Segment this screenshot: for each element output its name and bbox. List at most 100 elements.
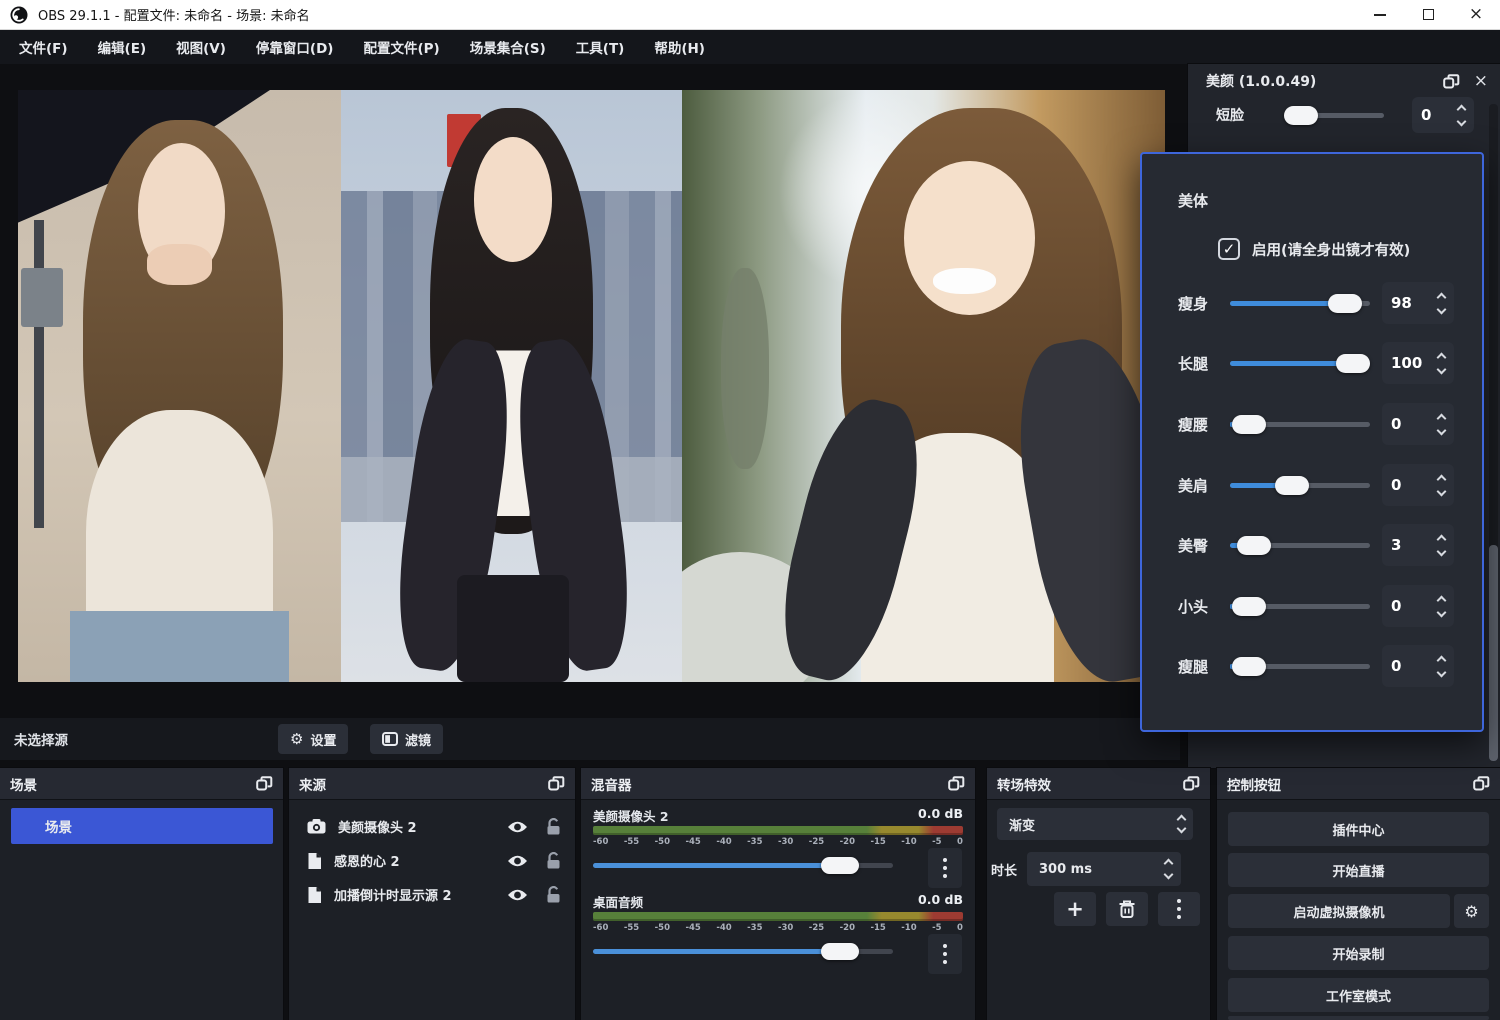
slider-valuebox[interactable]: 0: [1382, 645, 1454, 687]
popout-icon[interactable]: [948, 776, 965, 791]
slim-legs-slider[interactable]: [1230, 664, 1370, 669]
spin-up-icon[interactable]: [1437, 595, 1447, 605]
spin-up-icon[interactable]: [1437, 655, 1447, 665]
spin-down-icon[interactable]: [1437, 364, 1447, 374]
enable-checkbox[interactable]: ✓: [1218, 238, 1240, 260]
slider-valuebox[interactable]: 0: [1382, 464, 1454, 506]
duration-input[interactable]: 300 ms: [1027, 852, 1181, 886]
slider-valuebox[interactable]: 3: [1382, 524, 1454, 566]
face-slider[interactable]: [1284, 113, 1384, 118]
slider-row: 瘦腿 0: [1142, 645, 1486, 687]
remove-transition-button[interactable]: [1106, 892, 1148, 926]
slider-handle[interactable]: [1275, 476, 1309, 495]
chevron-down-icon: [1177, 824, 1187, 834]
transition-menu-button[interactable]: [1158, 892, 1200, 926]
menu-item[interactable]: 配置文件(P): [348, 30, 454, 64]
title-bar: OBS 29.1.1 - 配置文件: 未命名 - 场景: 未命名 ×: [0, 0, 1500, 30]
filters-button-label: 滤镜: [405, 730, 431, 749]
slim-body-slider[interactable]: [1230, 301, 1370, 306]
spin-up-icon[interactable]: [1437, 352, 1447, 362]
spin-up-icon[interactable]: [1164, 859, 1174, 869]
popout-icon[interactable]: [548, 776, 565, 791]
slider-handle[interactable]: [1328, 294, 1362, 313]
menu-item[interactable]: 工具(T): [561, 30, 640, 64]
lock-icon[interactable]: [546, 852, 561, 869]
source-list-item[interactable]: 美颜摄像头 2: [289, 810, 575, 843]
volume-slider-handle[interactable]: [821, 857, 859, 874]
spin-up-icon[interactable]: [1437, 534, 1447, 544]
volume-slider[interactable]: [593, 940, 893, 962]
slider-handle[interactable]: [1232, 597, 1266, 616]
lock-icon[interactable]: [546, 886, 561, 903]
panel-close-icon[interactable]: ×: [1474, 71, 1488, 91]
lock-icon[interactable]: [546, 818, 561, 835]
studio-mode-button[interactable]: 工作室模式: [1228, 978, 1489, 1012]
spin-up-icon[interactable]: [1437, 292, 1447, 302]
slider-handle[interactable]: [1232, 657, 1266, 676]
spin-up-icon[interactable]: [1437, 474, 1447, 484]
popout-icon[interactable]: [1473, 776, 1490, 791]
face-slider-valuebox[interactable]: 0: [1412, 97, 1474, 133]
channel-menu-button[interactable]: [928, 934, 962, 974]
spin-down-icon[interactable]: [1437, 486, 1447, 496]
start-recording-button[interactable]: 开始录制: [1228, 936, 1489, 970]
slider-valuebox[interactable]: 98: [1382, 282, 1454, 324]
settings-button-partial[interactable]: [1228, 1016, 1489, 1020]
scene-list-item[interactable]: 场景: [11, 808, 273, 844]
channel-menu-button[interactable]: [928, 848, 962, 888]
maximize-button[interactable]: [1404, 0, 1452, 29]
add-transition-button[interactable]: +: [1054, 892, 1096, 926]
visibility-eye-icon[interactable]: [507, 854, 528, 868]
menu-item[interactable]: 文件(F): [4, 30, 83, 64]
source-list-item[interactable]: 加播倒计时显示源 2: [289, 878, 575, 911]
menu-item[interactable]: 停靠窗口(D): [241, 30, 349, 64]
filters-button[interactable]: 滤镜: [370, 724, 443, 754]
transition-select[interactable]: 渐变: [997, 808, 1193, 840]
slider-handle[interactable]: [1232, 415, 1266, 434]
volume-slider-handle[interactable]: [821, 943, 859, 960]
close-button[interactable]: ×: [1452, 0, 1500, 29]
spin-down-icon[interactable]: [1437, 607, 1447, 617]
preview-photo-2: [341, 90, 682, 682]
visibility-eye-icon[interactable]: [507, 888, 528, 902]
long-legs-slider[interactable]: [1230, 361, 1370, 366]
visibility-eye-icon[interactable]: [507, 820, 528, 834]
button-label: 插件中心: [1332, 820, 1384, 839]
virtual-camera-config-button[interactable]: ⚙: [1454, 894, 1489, 928]
spin-up-icon[interactable]: [1437, 413, 1447, 423]
scrollbar-thumb[interactable]: [1489, 545, 1498, 761]
spin-down-icon[interactable]: [1437, 304, 1447, 314]
slider-valuebox[interactable]: 0: [1382, 585, 1454, 627]
spin-down-icon[interactable]: [1457, 116, 1467, 126]
db-tick: 0: [957, 923, 963, 933]
volume-slider[interactable]: [593, 854, 893, 876]
face-slider-handle[interactable]: [1284, 106, 1318, 125]
plugin-center-button[interactable]: 插件中心: [1228, 812, 1489, 846]
start-virtual-camera-button[interactable]: 启动虚拟摄像机: [1228, 894, 1450, 928]
menu-item[interactable]: 场景集合(S): [455, 30, 561, 64]
small-head-slider[interactable]: [1230, 604, 1370, 609]
minimize-button[interactable]: [1356, 0, 1404, 29]
start-streaming-button[interactable]: 开始直播: [1228, 853, 1489, 887]
spin-down-icon[interactable]: [1164, 870, 1174, 880]
popout-icon[interactable]: [1183, 776, 1200, 791]
spin-down-icon[interactable]: [1437, 425, 1447, 435]
slider-handle[interactable]: [1336, 354, 1370, 373]
hips-slider[interactable]: [1230, 543, 1370, 548]
popout-icon[interactable]: [256, 776, 273, 791]
slider-handle[interactable]: [1237, 536, 1271, 555]
slider-valuebox[interactable]: 100: [1382, 342, 1454, 384]
menu-item[interactable]: 帮助(H): [639, 30, 720, 64]
obs-window: OBS 29.1.1 - 配置文件: 未命名 - 场景: 未命名 × 文件(F)…: [0, 0, 1500, 1020]
spin-down-icon[interactable]: [1437, 667, 1447, 677]
menu-item[interactable]: 编辑(E): [83, 30, 162, 64]
source-list-item[interactable]: 感恩的心 2: [289, 844, 575, 877]
shoulders-slider[interactable]: [1230, 483, 1370, 488]
slim-waist-slider[interactable]: [1230, 422, 1370, 427]
popout-icon[interactable]: [1443, 74, 1460, 89]
properties-button[interactable]: ⚙ 设置: [278, 724, 348, 754]
slider-valuebox[interactable]: 0: [1382, 403, 1454, 445]
spin-up-icon[interactable]: [1457, 104, 1467, 114]
spin-down-icon[interactable]: [1437, 546, 1447, 556]
menu-item[interactable]: 视图(V): [161, 30, 241, 64]
